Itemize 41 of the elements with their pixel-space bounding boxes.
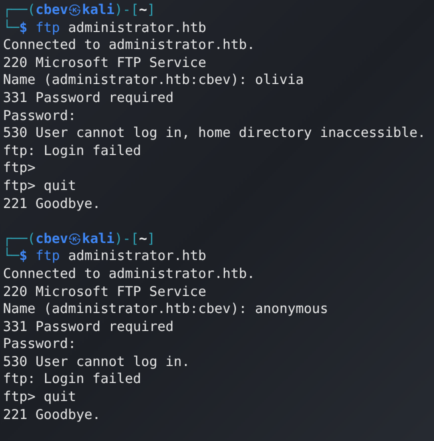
- command-name: ftp: [36, 20, 60, 36]
- prompt-sign: $: [19, 20, 28, 36]
- output-line: 221 Goodbye.: [3, 406, 101, 423]
- prompt-symbol: ㉿: [68, 230, 82, 247]
- prompt-frame: ]: [147, 2, 156, 18]
- output-line: ftp>: [3, 160, 36, 176]
- output-line: Connected to administrator.htb.: [3, 37, 255, 54]
- output-line: 530 User cannot log in, home directory inaccessible.: [3, 125, 426, 142]
- prompt-symbol: ㉿: [68, 2, 82, 18]
- output-line: 331 Password required: [3, 90, 174, 106]
- output-line: ftp: Login failed: [3, 371, 142, 388]
- prompt-frame: ┌──(: [3, 230, 36, 247]
- command-argument: administrator.htb: [68, 20, 206, 36]
- output-line: ftp: Login failed: [3, 142, 142, 159]
- prompt-sign: $: [19, 248, 28, 264]
- output-line: Connected to administrator.htb.: [3, 266, 255, 282]
- output-line: Password:: [3, 336, 76, 352]
- output-line: Password:: [3, 108, 76, 124]
- prompt-directory: ~: [138, 230, 148, 247]
- prompt-host: kali: [82, 2, 115, 18]
- prompt-user: cbev: [36, 2, 68, 18]
- output-line: 220 Microsoft FTP Service: [3, 54, 206, 71]
- output-line: Name (administrator.htb:cbev): olivia: [3, 72, 304, 88]
- output-line: 530 User cannot log in.: [3, 354, 190, 370]
- prompt-frame: ]: [147, 230, 156, 247]
- prompt-user: cbev: [36, 230, 68, 247]
- output-line: ftp> quit: [3, 389, 76, 406]
- output-line: 331 Password required: [3, 318, 174, 335]
- output-line: Name (administrator.htb:cbev): anonymous: [3, 301, 328, 318]
- output-line: 221 Goodbye.: [3, 196, 101, 212]
- command-name: ftp: [36, 248, 60, 264]
- prompt-frame: └─: [3, 248, 20, 264]
- command-argument: administrator.htb: [68, 248, 206, 264]
- output-line: 220 Microsoft FTP Service: [3, 284, 206, 300]
- output-line: ftp> quit: [3, 178, 76, 194]
- prompt-frame: )-[: [114, 230, 139, 247]
- prompt-frame: └─: [3, 20, 20, 36]
- prompt-host: kali: [82, 230, 115, 247]
- prompt-frame: ┌──(: [3, 2, 36, 18]
- prompt-frame: )-[: [114, 2, 139, 18]
- prompt-directory: ~: [138, 2, 148, 18]
